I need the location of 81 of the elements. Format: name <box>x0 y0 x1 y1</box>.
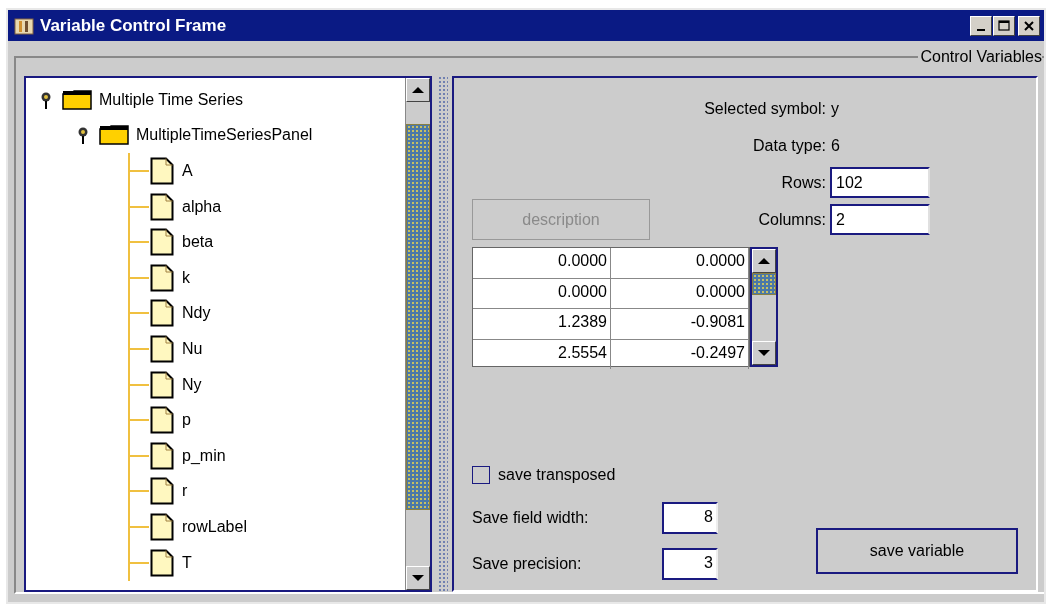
tree-connector-icon <box>127 330 151 367</box>
close-button[interactable] <box>1018 15 1040 36</box>
window-title: Variable Control Frame <box>40 15 227 36</box>
table-cell: 0.0000 <box>473 248 611 278</box>
table-cell: -0.9081 <box>611 309 749 339</box>
file-icon <box>150 512 174 541</box>
scroll-up-icon[interactable] <box>412 86 424 94</box>
tree-connector-icon <box>127 437 151 474</box>
tree-connector-icon <box>127 188 151 225</box>
tree-connector-icon <box>127 153 151 189</box>
scroll-down-icon[interactable] <box>412 574 424 582</box>
table-cell: 0.0000 <box>611 278 749 308</box>
table-cell: 2.5554 <box>473 339 611 369</box>
file-icon <box>150 548 174 577</box>
app-icon <box>14 15 34 36</box>
splitter-handle[interactable] <box>438 76 448 592</box>
tree-item[interactable]: beta <box>182 233 214 252</box>
tree-connector-icon <box>127 508 151 545</box>
table-scrollbar[interactable] <box>750 247 778 367</box>
detail-label: Columns: <box>758 210 826 229</box>
tree-item[interactable]: p <box>182 411 191 430</box>
scroll-thumb[interactable] <box>752 273 776 295</box>
tree-item[interactable]: k <box>182 268 190 287</box>
tree-item[interactable]: Ndy <box>182 304 211 323</box>
file-icon <box>150 263 174 292</box>
scroll-down-icon[interactable] <box>758 349 770 357</box>
checkbox-label[interactable]: save transposed <box>498 466 616 484</box>
file-icon <box>150 370 174 399</box>
tree-item[interactable]: alpha <box>182 197 222 216</box>
tree-item[interactable]: r <box>182 482 188 501</box>
setting-label: Save field width: <box>472 509 590 527</box>
input-field[interactable]: 2 <box>830 204 930 235</box>
tree-item[interactable]: Ny <box>182 375 202 394</box>
minimize-icon <box>977 28 985 31</box>
tree-scrollbar[interactable] <box>405 78 430 590</box>
file-icon <box>150 334 174 363</box>
detail-label: Rows: <box>781 173 826 192</box>
file-icon <box>150 477 174 506</box>
scroll-up-icon[interactable] <box>758 257 770 265</box>
tree-item[interactable]: p_min <box>182 446 226 465</box>
file-icon <box>150 228 174 257</box>
folder-icon <box>62 89 92 110</box>
detail-value: 6 <box>830 136 841 155</box>
detail-label: Data type: <box>753 136 826 155</box>
tree-connector-icon <box>127 224 151 261</box>
maximize-button[interactable] <box>993 15 1015 36</box>
file-icon <box>150 192 174 221</box>
file-icon <box>150 157 174 185</box>
tree-item[interactable]: T <box>182 553 192 572</box>
file-icon <box>150 299 174 328</box>
close-icon <box>1023 19 1035 32</box>
file-icon <box>150 406 174 435</box>
tree-item[interactable]: Multiple Time Series <box>99 90 244 109</box>
table-cell: -0.2497 <box>611 339 749 369</box>
tree-item[interactable]: A <box>182 162 193 180</box>
maximize-icon <box>998 19 1010 32</box>
detail-value: y <box>830 99 840 118</box>
table-cell: 0.0000 <box>473 278 611 308</box>
tree-item[interactable]: rowLabel <box>182 517 247 536</box>
tree-connector-icon <box>127 473 151 510</box>
checkbox[interactable] <box>472 466 490 484</box>
minimize-button[interactable] <box>970 15 992 36</box>
tree-connector-icon <box>127 295 151 332</box>
table-cell: 1.2389 <box>473 309 611 339</box>
table-cell: 0.0000 <box>611 248 749 278</box>
input-field[interactable]: 3 <box>662 548 718 580</box>
detail-label: Selected symbol: <box>704 99 826 118</box>
setting-label: Save precision: <box>472 555 583 573</box>
tree-connector-icon <box>127 402 151 439</box>
file-icon <box>150 441 174 470</box>
save-variable-button[interactable]: save variable <box>816 528 1018 574</box>
tree-connector-icon <box>127 544 151 581</box>
scroll-thumb[interactable] <box>406 124 430 510</box>
tree-item[interactable]: Nu <box>182 339 203 358</box>
expand-toggle-icon[interactable] <box>77 125 89 146</box>
tree-connector-icon <box>127 366 151 403</box>
input-field[interactable]: 102 <box>830 167 930 198</box>
tree-item[interactable]: MultipleTimeSeriesPanel <box>136 126 313 145</box>
tree-connector-icon <box>127 259 151 296</box>
folder-icon <box>99 125 129 146</box>
input-field[interactable]: 8 <box>662 502 718 534</box>
